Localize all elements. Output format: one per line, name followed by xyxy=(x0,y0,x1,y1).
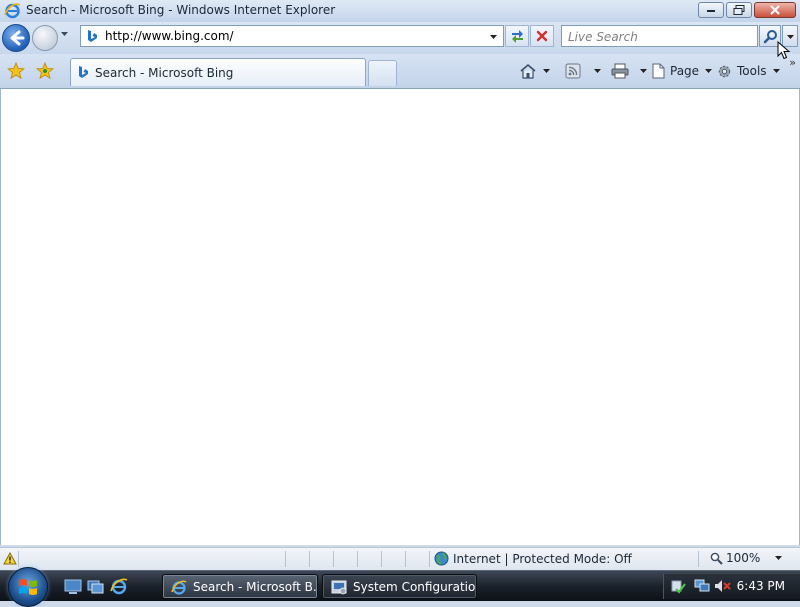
status-divider xyxy=(18,551,19,567)
switch-windows-icon[interactable] xyxy=(87,577,105,595)
warning-icon[interactable] xyxy=(3,552,17,565)
new-tab-button[interactable] xyxy=(368,60,397,86)
bing-favicon-icon xyxy=(88,30,97,42)
address-field[interactable]: http://www.bing.com/ xyxy=(80,25,504,47)
tray-volume-muted-icon[interactable] xyxy=(714,578,732,594)
search-box[interactable] xyxy=(561,25,758,47)
search-input[interactable] xyxy=(566,27,750,47)
status-divider xyxy=(381,551,382,567)
windows-logo-icon xyxy=(19,579,37,595)
tab-command-row: Search - Microsoft Bing Page Tools » xyxy=(0,54,800,89)
taskbar: Search - Microsoft B... System Configura… xyxy=(0,567,800,607)
minimize-button[interactable] xyxy=(698,2,724,18)
bing-favicon-icon xyxy=(79,66,88,78)
add-to-favorites-icon[interactable] xyxy=(36,62,56,80)
close-button[interactable] xyxy=(754,2,796,18)
tools-dropdown-icon xyxy=(772,69,780,73)
start-button[interactable] xyxy=(8,567,48,607)
magnifier-icon xyxy=(763,30,777,44)
tab-label: Search - Microsoft Bing xyxy=(95,66,234,80)
back-button[interactable] xyxy=(2,24,30,52)
internet-globe-icon xyxy=(434,551,449,566)
taskbar-item-label: System Configuration xyxy=(353,579,477,594)
refresh-icon xyxy=(512,30,523,43)
status-divider xyxy=(285,551,286,567)
system-tray: 6:43 PM xyxy=(663,574,800,599)
status-divider xyxy=(333,551,334,567)
printer-icon xyxy=(611,63,629,79)
zoom-level-button[interactable]: 100% xyxy=(710,551,786,565)
address-url[interactable]: http://www.bing.com/ xyxy=(105,29,234,43)
page-dropdown-icon xyxy=(705,69,713,73)
stop-x-icon xyxy=(536,30,548,42)
zone-text: Internet | Protected Mode: Off xyxy=(453,551,632,566)
page-menu-label: Page xyxy=(670,64,700,78)
zoom-magnifier-icon xyxy=(710,552,723,565)
zoom-dropdown-icon xyxy=(775,556,783,560)
gear-icon xyxy=(718,65,731,77)
tools-menu-label: Tools xyxy=(737,64,767,78)
status-divider xyxy=(429,551,430,567)
print-dropdown-icon[interactable] xyxy=(639,68,648,74)
refresh-button[interactable] xyxy=(505,25,529,47)
feeds-dropdown-icon[interactable] xyxy=(593,68,602,74)
tab-bing[interactable]: Search - Microsoft Bing xyxy=(70,58,366,86)
title-bar[interactable]: Search - Microsoft Bing - Windows Intern… xyxy=(0,0,800,23)
zoom-value: 100% xyxy=(726,551,761,565)
taskbar-item-system-configuration[interactable]: System Configuration xyxy=(322,574,477,599)
security-zone[interactable]: Internet | Protected Mode: Off xyxy=(434,551,632,566)
page-icon xyxy=(652,63,665,79)
ie-icon xyxy=(171,580,187,595)
mouse-cursor-icon xyxy=(777,41,791,60)
home-dropdown-icon[interactable] xyxy=(542,68,551,74)
address-dropdown-icon[interactable] xyxy=(489,34,498,40)
status-divider xyxy=(698,551,699,567)
ie-quicklaunch-icon[interactable] xyxy=(110,577,128,595)
feeds-button[interactable] xyxy=(565,60,602,82)
chevron-down-icon xyxy=(787,35,794,39)
show-desktop-icon[interactable] xyxy=(64,577,82,595)
favorites-center-icon[interactable] xyxy=(7,62,25,80)
back-arrow-icon xyxy=(10,30,25,46)
tray-security-icon[interactable] xyxy=(670,578,686,594)
page-content-area[interactable] xyxy=(0,89,800,545)
print-button[interactable] xyxy=(611,60,648,82)
rss-feed-icon xyxy=(565,63,581,79)
stop-button[interactable] xyxy=(530,25,554,47)
window-title: Search - Microsoft Bing - Windows Intern… xyxy=(26,3,336,17)
home-icon xyxy=(520,63,536,79)
status-bar: Internet | Protected Mode: Off 100% xyxy=(0,547,800,570)
forward-button[interactable] xyxy=(32,25,58,51)
clock[interactable]: 6:43 PM xyxy=(737,579,785,593)
tray-network-icon[interactable] xyxy=(694,578,712,594)
status-divider xyxy=(309,551,310,567)
ie-logo-icon xyxy=(4,3,21,19)
recent-pages-dropdown-icon[interactable] xyxy=(60,31,69,37)
taskbar-item-ie[interactable]: Search - Microsoft B... xyxy=(162,574,318,599)
restore-button[interactable] xyxy=(726,2,752,18)
address-toolbar: http://www.bing.com/ xyxy=(0,22,800,54)
page-menu-button[interactable]: Page xyxy=(651,60,713,82)
status-divider xyxy=(357,551,358,567)
taskbar-item-label: Search - Microsoft B... xyxy=(193,579,318,594)
tools-menu-button[interactable]: Tools xyxy=(716,60,781,82)
status-divider xyxy=(405,551,406,567)
home-button[interactable] xyxy=(519,60,551,82)
msconfig-icon xyxy=(331,580,347,594)
